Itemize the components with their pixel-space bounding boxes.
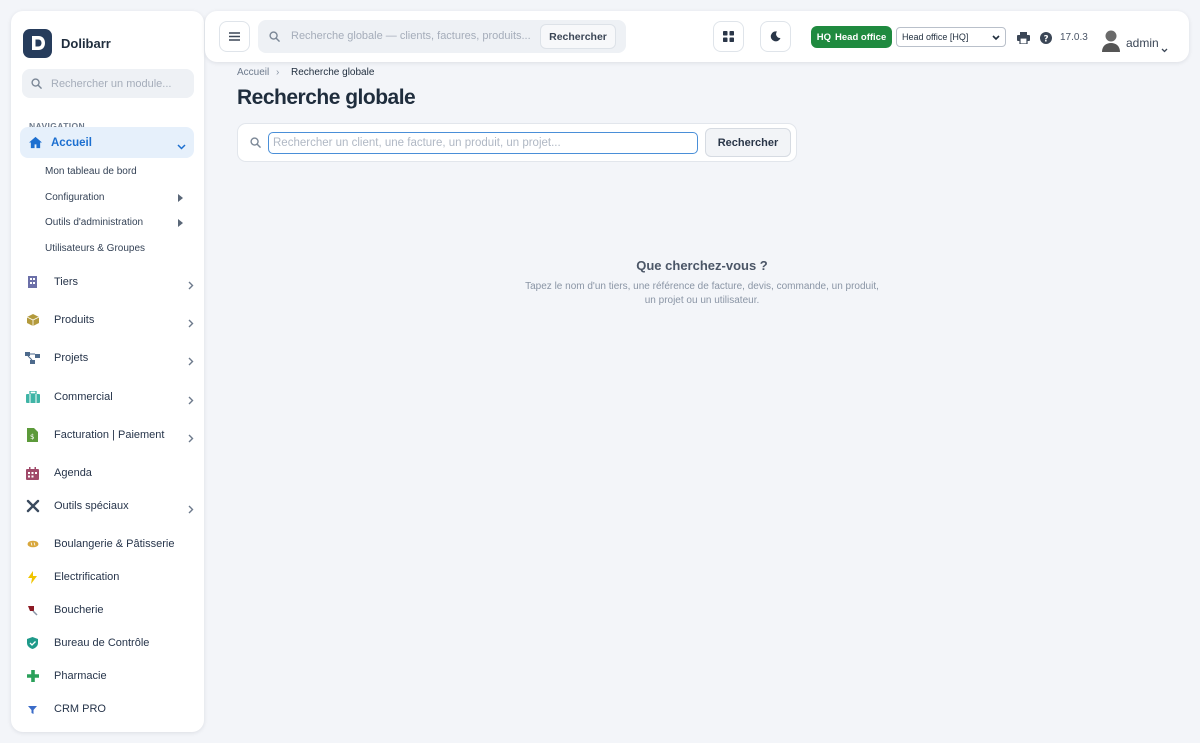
sidebar-item-outils-speciaux[interactable]: Outils spéciaux bbox=[24, 495, 194, 517]
empty-state-text: Tapez le nom d'un tiers, une référence d… bbox=[525, 281, 879, 306]
sidebar-subitem-configuration[interactable]: Configuration bbox=[45, 192, 104, 203]
building-icon bbox=[24, 274, 41, 291]
sidebar-item-label: Agenda bbox=[54, 467, 92, 479]
module-search-placeholder: Rechercher un module... bbox=[51, 77, 172, 90]
module-search-input[interactable]: Rechercher un module... bbox=[22, 69, 194, 98]
sidebar-item-label: Pharmacie bbox=[54, 670, 107, 682]
caret-right-icon bbox=[178, 219, 183, 227]
sidebar-item-label: Outils spéciaux bbox=[54, 500, 129, 512]
dark-mode-button[interactable] bbox=[760, 21, 791, 52]
svg-text:$: $ bbox=[30, 433, 34, 441]
sidebar-item-facturation[interactable]: $ Facturation | Paiement bbox=[24, 424, 194, 446]
sidebar-item-label: CRM PRO bbox=[54, 703, 106, 715]
sidebar-item-boulangerie[interactable]: Boulangerie & Pâtisserie bbox=[24, 533, 194, 555]
sidebar-item-projets[interactable]: Projets bbox=[24, 347, 194, 369]
version-label: 17.0.3 bbox=[1060, 32, 1088, 43]
grid-icon bbox=[723, 31, 734, 42]
avatar[interactable] bbox=[1101, 29, 1121, 52]
entity-select[interactable]: Head office [HQ] bbox=[896, 27, 1006, 47]
global-search-button[interactable]: Rechercher bbox=[540, 24, 616, 49]
sidebar-item-bureau-controle[interactable]: Bureau de Contrôle bbox=[24, 632, 194, 654]
brand[interactable]: Dolibarr bbox=[11, 20, 204, 66]
search-icon bbox=[31, 78, 42, 89]
search-icon bbox=[269, 31, 280, 42]
menu-toggle-button[interactable] bbox=[219, 21, 250, 52]
user-name[interactable]: admin bbox=[1126, 36, 1159, 50]
invoice-icon: $ bbox=[24, 427, 41, 444]
cross-icon bbox=[24, 668, 41, 685]
chevron-right-icon bbox=[188, 353, 194, 371]
global-search-placeholder: Recherche globale — clients, factures, p… bbox=[291, 30, 531, 42]
empty-state-title: Que cherchez-vous ? bbox=[636, 258, 768, 273]
print-icon[interactable] bbox=[1017, 31, 1030, 49]
bolt-icon bbox=[24, 569, 41, 586]
sidebar-item-electrification[interactable]: Electrification bbox=[24, 566, 194, 588]
tools-icon bbox=[24, 498, 41, 515]
sidebar-item-label: Facturation | Paiement bbox=[54, 429, 165, 441]
search-card: Rechercher un client, une facture, un pr… bbox=[237, 123, 797, 162]
svg-text:?: ? bbox=[1044, 34, 1049, 44]
help-icon[interactable]: ? bbox=[1040, 31, 1052, 49]
sidebar-item-boucherie[interactable]: Boucherie bbox=[24, 599, 194, 621]
sidebar-subitem-users-groups[interactable]: Utilisateurs & Groupes bbox=[45, 243, 145, 254]
sidebar: Dolibarr Rechercher un module... NAVIGAT… bbox=[11, 11, 204, 732]
sidebar-item-crm-pro[interactable]: CRM PRO bbox=[24, 698, 194, 720]
meat-icon bbox=[24, 602, 41, 619]
global-search-bar[interactable]: Recherche globale — clients, factures, p… bbox=[258, 20, 626, 53]
chevron-right-icon bbox=[188, 501, 194, 519]
sidebar-item-label: Accueil bbox=[51, 136, 92, 149]
home-icon bbox=[28, 136, 43, 149]
search-button[interactable]: Rechercher bbox=[705, 128, 791, 157]
chevron-down-icon bbox=[992, 33, 1000, 43]
sidebar-item-label: Boucherie bbox=[54, 604, 104, 616]
shield-icon bbox=[24, 635, 41, 652]
search-icon bbox=[250, 137, 261, 148]
hamburger-icon bbox=[229, 32, 240, 41]
search-input-placeholder: Rechercher un client, une facture, un pr… bbox=[273, 137, 561, 149]
sidebar-item-label: Electrification bbox=[54, 571, 120, 583]
hq-badge-prefix: HQ bbox=[816, 31, 832, 43]
funnel-icon bbox=[24, 701, 41, 718]
sidebar-item-label: Produits bbox=[54, 314, 95, 326]
breadcrumb-home[interactable]: Accueil bbox=[237, 67, 269, 78]
breadcrumb-current: Recherche globale bbox=[291, 67, 375, 78]
caret-right-icon bbox=[178, 194, 183, 202]
breadcrumb-separator: › bbox=[276, 67, 280, 78]
sidebar-item-commercial[interactable]: Commercial bbox=[24, 386, 194, 408]
dolibarr-logo-icon bbox=[23, 28, 52, 58]
hq-badge[interactable]: HQ Head office bbox=[811, 26, 892, 48]
entity-select-value: Head office [HQ] bbox=[902, 32, 969, 42]
sidebar-item-label: Tiers bbox=[54, 276, 79, 288]
sidebar-item-agenda[interactable]: Agenda bbox=[24, 462, 194, 484]
apps-grid-button[interactable] bbox=[713, 21, 744, 52]
bread-icon bbox=[24, 536, 41, 553]
page-title: Recherche globale bbox=[237, 86, 416, 109]
project-icon bbox=[24, 350, 41, 367]
chevron-down-icon[interactable] bbox=[1161, 40, 1168, 58]
chevron-right-icon bbox=[188, 277, 194, 295]
sidebar-item-label: Projets bbox=[54, 352, 89, 364]
chevron-right-icon bbox=[188, 392, 194, 410]
sidebar-item-tiers[interactable]: Tiers bbox=[24, 271, 194, 293]
sidebar-item-label: Boulangerie & Pâtisserie bbox=[54, 538, 175, 550]
chevron-right-icon bbox=[188, 430, 194, 448]
box-icon bbox=[24, 312, 41, 329]
calendar-icon bbox=[24, 465, 41, 482]
search-input[interactable]: Rechercher un client, une facture, un pr… bbox=[268, 132, 698, 154]
sidebar-subitem-admin-tools[interactable]: Outils d'administration bbox=[45, 217, 143, 228]
sidebar-item-label: Commercial bbox=[54, 391, 113, 403]
chevron-down-icon bbox=[177, 137, 186, 155]
sidebar-item-pharmacie[interactable]: Pharmacie bbox=[24, 665, 194, 687]
sidebar-item-produits[interactable]: Produits bbox=[24, 309, 194, 331]
topbar: Recherche globale — clients, factures, p… bbox=[205, 11, 1189, 62]
moon-icon bbox=[770, 31, 781, 42]
sidebar-item-label: Bureau de Contrôle bbox=[54, 637, 150, 649]
sidebar-item-accueil[interactable]: Accueil bbox=[20, 127, 194, 158]
brand-name: Dolibarr bbox=[61, 35, 111, 51]
chevron-right-icon bbox=[188, 315, 194, 333]
sidebar-subitem-dashboard[interactable]: Mon tableau de bord bbox=[45, 166, 137, 177]
briefcase-icon bbox=[24, 389, 41, 406]
hq-badge-label: Head office bbox=[835, 31, 887, 43]
